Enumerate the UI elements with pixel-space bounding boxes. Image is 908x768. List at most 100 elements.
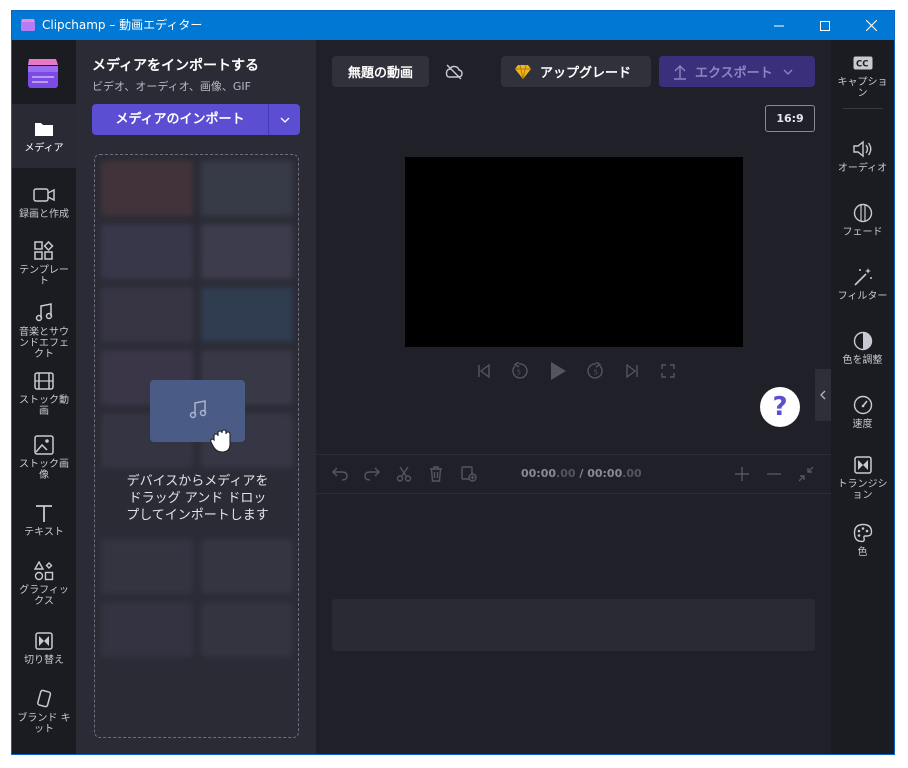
add-to-timeline-button[interactable] (459, 464, 479, 484)
import-media-button[interactable]: メディアのインポート (92, 104, 300, 135)
play-icon (551, 362, 566, 380)
sidebar-item-label: 録画と作成 (19, 209, 69, 220)
shapes-icon (33, 560, 55, 582)
clipchamp-logo (28, 59, 58, 88)
rewind-5s-button[interactable]: 5 (506, 358, 532, 384)
property-filters[interactable]: フィルター (831, 266, 894, 302)
upload-icon (674, 64, 686, 80)
drop-zone-instructions: デバイスからメディアを ドラッグ アンド ドロッ プしてインポートします (126, 474, 269, 523)
property-transition[interactable]: トランジシ ョン (831, 454, 894, 501)
chevron-left-icon (820, 390, 826, 400)
folder-icon (33, 118, 55, 140)
property-label: トランジシ ョン (837, 479, 888, 501)
upgrade-label: アップグレード (540, 66, 632, 81)
close-button[interactable] (848, 11, 894, 40)
drag-media-card (150, 380, 245, 453)
music-note-icon (33, 302, 55, 324)
export-button[interactable]: エクスポート (659, 56, 815, 87)
redo-button[interactable] (362, 464, 382, 484)
sidebar-item-media[interactable]: メディア (12, 104, 76, 168)
property-color[interactable]: 色 (831, 522, 894, 558)
cloud-sync-off-icon[interactable] (444, 62, 464, 82)
sidebar-item-record[interactable]: 録画と作成 (12, 184, 76, 220)
timeline-track[interactable] (332, 599, 815, 651)
playback-controls: 5 5 (471, 358, 681, 384)
media-panel: メディアをインポートする ビデオ、オーディオ、画像、GIF メディアのインポート (76, 40, 316, 754)
film-icon (33, 370, 55, 392)
property-label: 色 (857, 547, 868, 558)
current-time: 00:00 (521, 467, 557, 480)
aspect-ratio-button[interactable]: 16:9 (765, 105, 815, 132)
media-panel-subheading: ビデオ、オーディオ、画像、GIF (92, 80, 252, 93)
magic-wand-icon (852, 266, 874, 288)
upgrade-button[interactable]: アップグレード (501, 56, 651, 87)
property-label: 色を調整 (842, 355, 883, 366)
sidebar-item-label: 切り替え (24, 655, 64, 666)
property-label: フィルター (837, 291, 888, 302)
sidebar-item-graphics[interactable]: グラフィッ クス (12, 560, 76, 607)
sidebar-item-text[interactable]: テキスト (12, 502, 76, 538)
timeline-toolbar: 00:00.00 / 00:00.00 (316, 454, 831, 494)
chevron-down-icon (783, 69, 793, 75)
fullscreen-icon (661, 364, 675, 378)
property-speed[interactable]: 速度 (831, 394, 894, 430)
scissors-icon (396, 466, 412, 482)
media-panel-heading: メディアをインポートする (92, 58, 260, 74)
help-button[interactable]: ? (760, 387, 800, 427)
skip-to-end-button[interactable] (619, 358, 645, 384)
play-button[interactable] (545, 358, 571, 384)
rewind-5s-icon: 5 (512, 362, 528, 379)
text-icon (33, 502, 55, 524)
forward-5s-button[interactable]: 5 (583, 358, 609, 384)
property-adjust-colors[interactable]: 色を調整 (831, 330, 894, 366)
fade-icon (852, 202, 874, 224)
speaker-icon (852, 138, 874, 160)
property-audio[interactable]: オーディオ (831, 138, 894, 174)
sidebar-item-stock-image[interactable]: ストック画 像 (12, 434, 76, 481)
property-label: キャプショ ン (837, 77, 888, 99)
sidebar-item-templates[interactable]: テンプレー ト (12, 240, 76, 287)
minimize-button[interactable] (756, 11, 802, 40)
total-time-fraction: .00 (622, 467, 642, 480)
property-label: 速度 (852, 419, 873, 430)
sidebar-item-label: グラフィッ クス (19, 585, 69, 607)
zoom-out-button[interactable] (764, 464, 784, 484)
undo-button[interactable] (330, 464, 350, 484)
properties-rail: CC キャプショ ン オーディオ フェード フィルター 色を調整 速度 トランジ… (831, 40, 894, 754)
import-options-dropdown[interactable] (269, 104, 300, 135)
sidebar-item-label: ブランド キ ット (17, 713, 71, 735)
video-title: 無題の動画 (347, 66, 413, 81)
split-button[interactable] (394, 464, 414, 484)
add-media-icon (461, 466, 477, 482)
fit-timeline-button[interactable] (796, 464, 816, 484)
sidebar-item-label: メディア (24, 143, 64, 154)
camera-icon (33, 184, 55, 206)
grab-hand-icon (210, 429, 231, 453)
left-navigation-rail: メディア 録画と作成 テンプレー ト 音楽とサウ ンドエフェ クト ストック動 (12, 40, 76, 754)
clipchamp-app-icon (21, 19, 35, 31)
timecode-display: 00:00.00 / 00:00.00 (521, 467, 642, 480)
undo-icon (332, 467, 348, 481)
redo-icon (364, 467, 380, 481)
sidebar-item-transitions[interactable]: 切り替え (12, 630, 76, 666)
current-time-fraction: .00 (556, 467, 576, 480)
editor-area: 無題の動画 アップグレード エクスポート 16:9 5 5 ? 00:00.00… (316, 40, 831, 754)
property-fade[interactable]: フェード (831, 202, 894, 238)
video-title-button[interactable]: 無題の動画 (332, 56, 429, 87)
sidebar-item-brand-kit[interactable]: ブランド キ ット (12, 688, 76, 735)
delete-button[interactable] (426, 464, 446, 484)
diamond-icon (515, 64, 531, 79)
sidebar-item-stock-video[interactable]: ストック動 画 (12, 370, 76, 417)
chevron-down-icon (280, 117, 289, 123)
palette-icon (852, 522, 874, 544)
collapse-properties-panel-handle[interactable] (815, 369, 831, 421)
maximize-button[interactable] (802, 11, 848, 40)
skip-to-start-button[interactable] (471, 358, 497, 384)
zoom-in-button[interactable] (732, 464, 752, 484)
media-drop-zone[interactable]: デバイスからメディアを ドラッグ アンド ドロッ プしてインポートします (94, 154, 299, 738)
fullscreen-button[interactable] (655, 358, 681, 384)
sidebar-item-music[interactable]: 音楽とサウ ンドエフェ クト (12, 302, 76, 360)
title-bar: Clipchamp – 動画エディター (12, 11, 894, 40)
svg-text:5: 5 (594, 369, 598, 377)
property-captions[interactable]: CC キャプショ ン (831, 52, 894, 99)
